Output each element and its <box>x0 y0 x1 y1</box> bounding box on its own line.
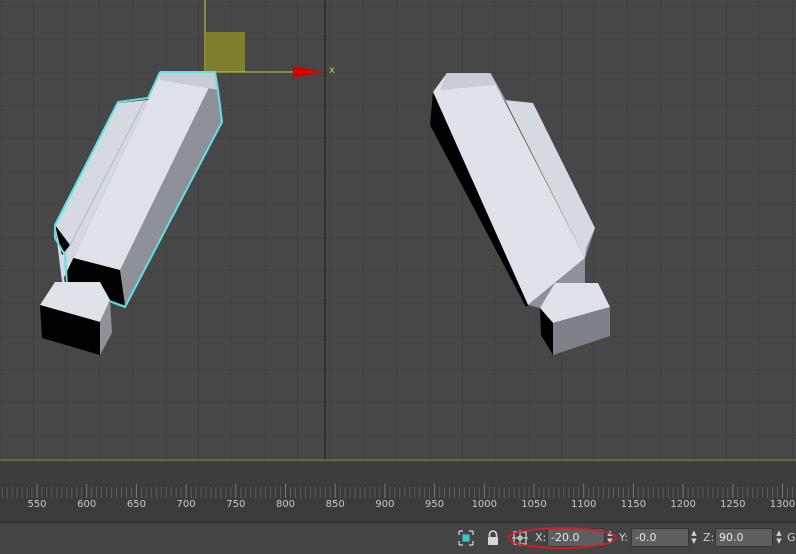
y-coordinate-field[interactable]: -0.0 <box>631 528 689 547</box>
x-field-highlight-annotation <box>507 527 617 549</box>
ruler-tick-label: 1200 <box>670 499 696 510</box>
ruler-tick-label: 950 <box>425 499 445 510</box>
ruler-tick-label: 850 <box>325 499 345 510</box>
ruler-tick-label: 550 <box>27 499 47 510</box>
ruler-tick-label: 1150 <box>620 499 647 510</box>
z-coordinate-field[interactable]: 90.0 <box>715 528 773 547</box>
viewport[interactable]: x <box>0 0 796 462</box>
time-ruler[interactable]: 550 600 650 700 750 800 850 900 950 1000 1050 1100 1… <box>0 484 796 522</box>
z-coordinate-spinner[interactable]: ▲ ▼ <box>775 529 783 546</box>
ruler-ticks <box>1 484 793 498</box>
selected-object-left[interactable] <box>40 71 224 355</box>
z-coordinate-label: Z: <box>703 531 715 544</box>
ruler-tick-label: 750 <box>226 499 246 510</box>
ruler-tick-label: 1000 <box>471 499 498 510</box>
ruler-tick-label: 1250 <box>720 499 746 510</box>
object-right[interactable] <box>430 72 610 355</box>
ruler-tick-label: 1100 <box>570 499 597 510</box>
status-bar: X: -20.0 ▲ ▼ Y: -0.0 ▲ ▼ Z: 90.0 ▲ ▼ G <box>0 522 796 554</box>
lock-icon[interactable] <box>484 529 502 547</box>
grid-label: G <box>787 531 796 544</box>
ruler-tick-label: 900 <box>375 499 395 510</box>
ruler-tick-label: 800 <box>275 499 296 510</box>
ruler-tick-label: 600 <box>77 499 97 510</box>
selection-mode-icon[interactable] <box>457 529 475 547</box>
ruler-tick-label: 650 <box>126 499 146 510</box>
ruler-tick-label: 1300 <box>769 499 796 510</box>
gizmo-x-label: x <box>329 65 335 76</box>
y-coordinate-label: Y: <box>619 531 628 544</box>
move-gizmo[interactable]: x <box>204 0 335 78</box>
ruler-tick-label: 1050 <box>521 499 547 510</box>
gizmo-xy-plane-handle[interactable] <box>205 32 245 72</box>
ruler-tick-label: 700 <box>176 499 196 510</box>
y-coordinate-spinner[interactable]: ▲ ▼ <box>690 529 698 546</box>
viewport-canvas[interactable]: x <box>0 0 796 462</box>
